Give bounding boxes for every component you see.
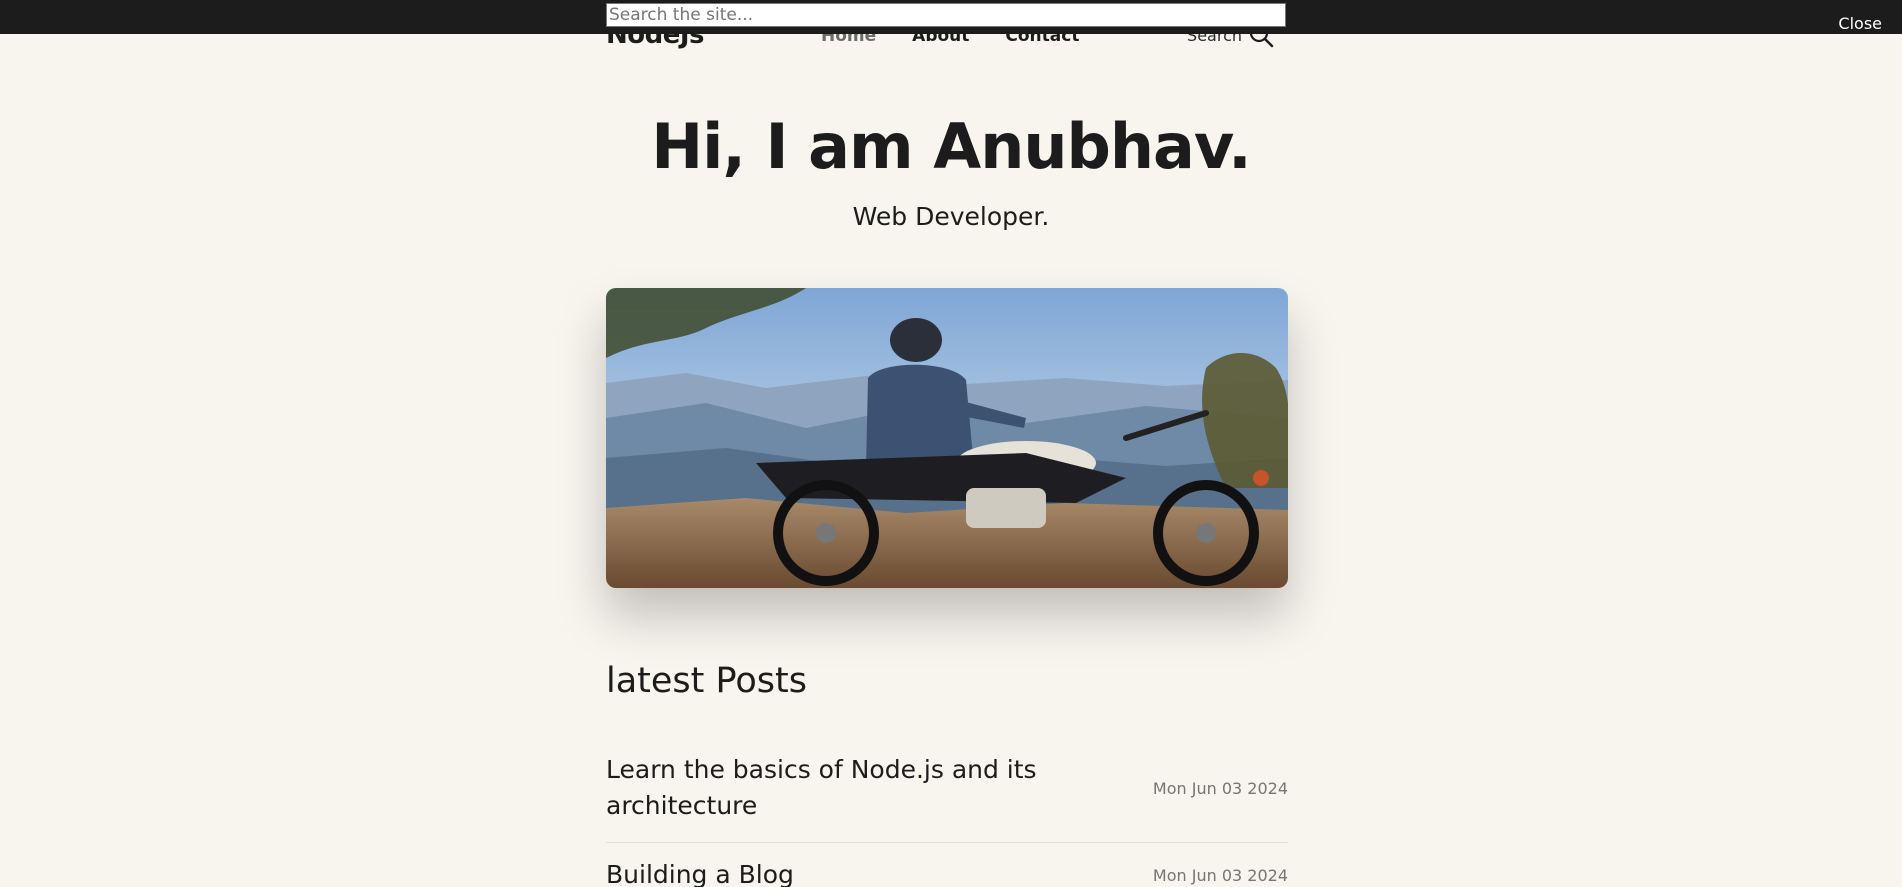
post-title-link[interactable]: Learn the basics of Node.js and its arch…: [606, 752, 1046, 824]
hero-image: [606, 288, 1288, 588]
post-title-link[interactable]: Building a Blog: [606, 857, 1046, 887]
hero-subtitle: Web Developer.: [852, 202, 1050, 231]
posts-heading: latest Posts: [606, 661, 807, 701]
post-date: Mon Jun 03 2024: [1152, 778, 1288, 798]
post-date: Mon Jun 03 2024: [1152, 865, 1288, 885]
page: Close NodeJs Home About Contact Search H…: [0, 0, 1902, 887]
search-overlay: Close: [0, 0, 1902, 34]
hero-title: Hi, I am Anubhav.: [651, 110, 1252, 183]
list-item[interactable]: Learn the basics of Node.js and its arch…: [606, 752, 1288, 843]
close-button[interactable]: Close: [1838, 14, 1882, 33]
search-input[interactable]: [606, 3, 1286, 27]
list-item[interactable]: Building a Blog Mon Jun 03 2024: [606, 857, 1288, 887]
post-list: Learn the basics of Node.js and its arch…: [606, 752, 1288, 887]
